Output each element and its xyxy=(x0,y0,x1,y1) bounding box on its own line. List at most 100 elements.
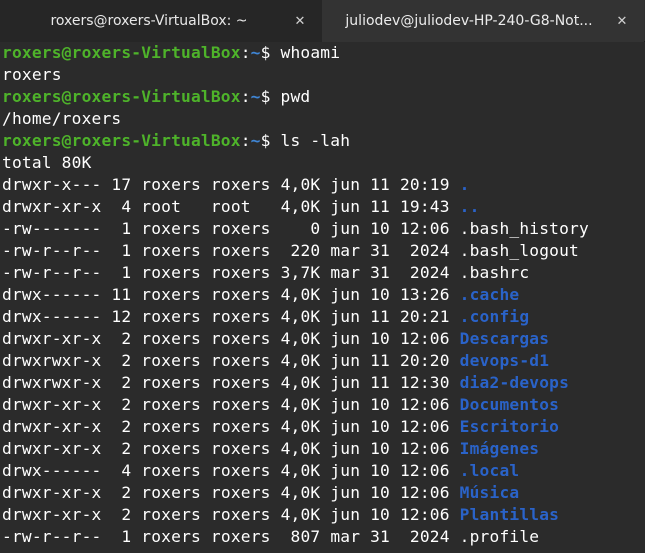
listing-perm: -rw-r--r-- xyxy=(2,263,102,282)
listing-group: roxers xyxy=(210,395,271,414)
listing-perm: drwxr-xr-x xyxy=(2,329,102,348)
listing-day: 31 xyxy=(370,263,391,282)
listing-owner: roxers xyxy=(141,175,201,194)
tab-roxers[interactable]: roxers@roxers-VirtualBox: ~ ✕ xyxy=(0,0,322,42)
listing-day: 10 xyxy=(370,417,391,436)
output-line: roxers xyxy=(2,65,62,84)
listing-links: 2 xyxy=(111,505,132,524)
listing-group: roxers xyxy=(210,439,271,458)
listing-row: drwxr-xr-x 2 roxers roxers 4,0K jun 10 1… xyxy=(2,482,645,504)
listing-size: 3,7K xyxy=(280,263,321,282)
directory-name: Música xyxy=(459,483,520,502)
listing-owner: root xyxy=(141,197,201,216)
listing-perm: drwxr-xr-x xyxy=(2,505,102,524)
listing-row: drwxr-xr-x 2 roxers roxers 4,0K jun 10 1… xyxy=(2,394,645,416)
listing-perm: drwxrwxr-x xyxy=(2,351,102,370)
listing-day: 10 xyxy=(370,483,391,502)
listing-month: jun xyxy=(330,373,361,392)
listing-perm: drwxr-xr-x xyxy=(2,197,102,216)
listing-time: 12:06 xyxy=(399,395,450,414)
prompt-symbol: $ xyxy=(260,131,281,150)
listing-owner: roxers xyxy=(141,527,201,546)
listing-owner: roxers xyxy=(141,307,201,326)
listing-group: roxers xyxy=(210,307,271,326)
command-text: pwd xyxy=(280,87,311,106)
listing-month: jun xyxy=(330,483,361,502)
listing-links: 2 xyxy=(111,329,132,348)
listing-day: 11 xyxy=(370,351,391,370)
listing-time: 13:26 xyxy=(399,285,450,304)
listing-size: 4,0K xyxy=(280,329,321,348)
listing-month: jun xyxy=(330,505,361,524)
tab-bar: roxers@roxers-VirtualBox: ~ ✕ juliodev@j… xyxy=(0,0,645,42)
listing-month: jun xyxy=(330,219,361,238)
listing-row: drwx------ 11 roxers roxers 4,0K jun 10 … xyxy=(2,284,645,306)
output-line: /home/roxers xyxy=(2,109,122,128)
listing-row: drwxr-xr-x 2 roxers roxers 4,0K jun 10 1… xyxy=(2,328,645,350)
prompt-user: roxers@roxers-VirtualBox xyxy=(2,43,241,62)
listing-links: 1 xyxy=(111,527,132,546)
listing-group: roxers xyxy=(210,351,271,370)
listing-group: roxers xyxy=(210,329,271,348)
listing-time: 12:06 xyxy=(399,483,450,502)
listing-day: 11 xyxy=(370,197,391,216)
listing-day: 11 xyxy=(370,307,391,326)
prompt-line: roxers@roxers-VirtualBox:~$ whoami xyxy=(2,42,645,64)
listing-links: 1 xyxy=(111,263,132,282)
listing-perm: drwxr-xr-x xyxy=(2,483,102,502)
listing-size: 807 xyxy=(280,527,321,546)
listing-group: roxers xyxy=(210,241,271,260)
listing-owner: roxers xyxy=(141,439,201,458)
listing-day: 31 xyxy=(370,527,391,546)
listing-row: drwxr-xr-x 2 roxers roxers 4,0K jun 10 1… xyxy=(2,504,645,526)
listing-time: 2024 xyxy=(399,263,450,282)
listing-links: 2 xyxy=(111,439,132,458)
close-icon[interactable]: ✕ xyxy=(290,11,310,31)
directory-name: Documentos xyxy=(459,395,560,414)
listing-group: roxers xyxy=(210,285,271,304)
listing-size: 4,0K xyxy=(280,417,321,436)
directory-name: devops-d1 xyxy=(459,351,550,370)
listing-month: jun xyxy=(330,175,361,194)
terminal-output[interactable]: roxers@roxers-VirtualBox:~$ whoami roxers… xyxy=(0,42,645,553)
listing-time: 2024 xyxy=(399,241,450,260)
listing-group: roxers xyxy=(210,483,271,502)
listing-row: -rw-r--r-- 1 roxers roxers 3,7K mar 31 2… xyxy=(2,262,645,284)
file-name: .bash_history xyxy=(459,219,589,238)
prompt-line: roxers@roxers-VirtualBox:~$ pwd xyxy=(2,86,645,108)
listing-owner: roxers xyxy=(141,461,201,480)
listing-size: 220 xyxy=(280,241,321,260)
tab-title: roxers@roxers-VirtualBox: ~ xyxy=(50,13,248,29)
listing-size: 4,0K xyxy=(280,285,321,304)
listing-time: 12:06 xyxy=(399,219,450,238)
listing-perm: drwx------ xyxy=(2,307,102,326)
listing-links: 1 xyxy=(111,241,132,260)
command-text: ls -lah xyxy=(280,131,351,150)
listing-time: 12:06 xyxy=(399,461,450,480)
tab-juliodev[interactable]: juliodev@juliodev-HP-240-G8-Not... ✕ xyxy=(322,0,644,42)
listing-perm: drwxr-xr-x xyxy=(2,439,102,458)
listing-month: jun xyxy=(330,307,361,326)
listing-links: 11 xyxy=(111,285,132,304)
listing-month: jun xyxy=(330,197,361,216)
listing-row: -rw-r--r-- 1 roxers roxers 807 mar 31 20… xyxy=(2,526,645,548)
listing-day: 10 xyxy=(370,219,391,238)
listing-time: 12:06 xyxy=(399,505,450,524)
listing-row: drwxr-xr-x 2 roxers roxers 4,0K jun 10 1… xyxy=(2,416,645,438)
listing-owner: roxers xyxy=(141,395,201,414)
listing-links: 2 xyxy=(111,395,132,414)
directory-name: Escritorio xyxy=(459,417,560,436)
listing-month: jun xyxy=(330,285,361,304)
file-name: .bash_logout xyxy=(459,241,580,260)
close-icon[interactable]: ✕ xyxy=(612,11,632,31)
listing-time: 12:06 xyxy=(399,329,450,348)
listing-day: 11 xyxy=(370,373,391,392)
listing-links: 2 xyxy=(111,483,132,502)
listing-month: jun xyxy=(330,395,361,414)
listing-size: 4,0K xyxy=(280,483,321,502)
directory-name: . xyxy=(459,175,470,194)
listing-row: drwxr-xr-x 2 roxers roxers 4,0K jun 10 1… xyxy=(2,438,645,460)
listing-time: 12:06 xyxy=(399,439,450,458)
prompt-separator: : xyxy=(240,131,251,150)
directory-name: .config xyxy=(459,307,530,326)
